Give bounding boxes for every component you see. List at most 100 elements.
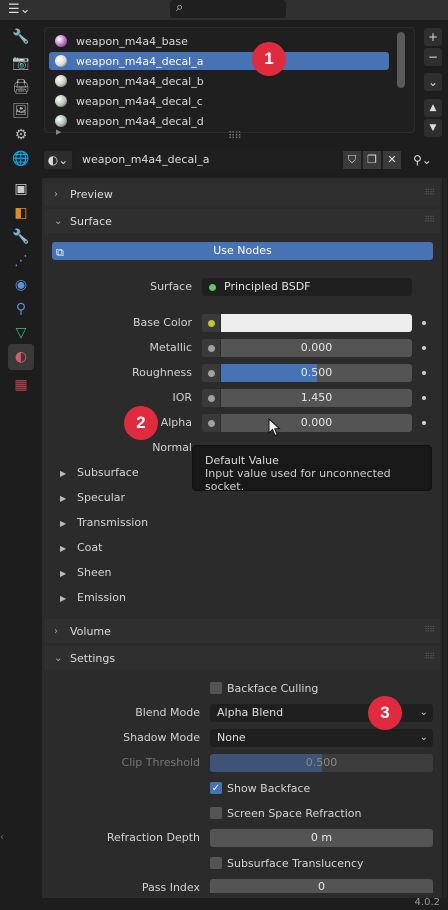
panel-grip-icon[interactable]: ⠿⠿ <box>424 625 435 634</box>
socket-link-button[interactable] <box>202 364 220 382</box>
world-icon[interactable]: 🌐 <box>8 146 34 172</box>
volume-panel-header[interactable]: › Volume ⠿⠿ <box>44 619 440 643</box>
show-backface-checkbox[interactable]: ✓ Show Backface <box>210 780 310 796</box>
material-slot-item[interactable]: weapon_m4a4_decal_c <box>49 92 389 110</box>
refraction-depth-field[interactable]: 0 m <box>210 829 433 847</box>
physics-icon[interactable]: ◉ <box>8 272 34 298</box>
use-nodes-button[interactable]: ⧉ Use Nodes <box>52 242 433 260</box>
browse-material-button[interactable]: ◐⌄ <box>44 151 72 169</box>
object-icon[interactable]: ◧ <box>8 200 34 226</box>
surface-shader-selector[interactable]: Principled BSDF <box>202 278 412 296</box>
chevron-left-icon[interactable]: ‹ <box>0 832 4 843</box>
collection-icon[interactable]: ▣ <box>8 176 34 202</box>
subpanel-title: Subsurface <box>77 466 139 479</box>
backface-culling-checkbox[interactable]: Backface Culling <box>210 680 318 696</box>
pass-index-field[interactable]: 0 <box>210 879 433 893</box>
property-slider[interactable]: 0.000 <box>221 339 412 357</box>
tool-icon[interactable]: 🔧 <box>8 24 34 50</box>
particles-icon[interactable]: ⋰ <box>8 248 34 274</box>
subpanel-header[interactable]: ▶ Specular <box>60 489 125 507</box>
subpanel-header[interactable]: ▶ Emission <box>60 589 126 607</box>
keyframe-dot-icon[interactable] <box>422 396 426 400</box>
checkbox-box[interactable]: ✓ <box>210 782 222 794</box>
material-name-field[interactable]: weapon_m4a4_decal_a <box>76 151 341 169</box>
socket-link-button[interactable] <box>202 339 220 357</box>
material-slot-item[interactable]: weapon_m4a4_base <box>49 32 389 50</box>
texture-icon[interactable]: ▦ <box>8 372 34 398</box>
material-slot-item[interactable]: weapon_m4a4_decal_a <box>49 52 389 70</box>
surface-panel-title: Surface <box>70 214 112 228</box>
material-slot-list[interactable]: weapon_m4a4_base weapon_m4a4_decal_aweapo… <box>44 27 415 133</box>
panel-grip-icon[interactable]: ⠿⠿ <box>424 215 435 224</box>
slot-list-resize-grip[interactable]: ⠿⠿ <box>228 131 242 142</box>
properties-scrollbar[interactable] <box>443 178 447 898</box>
checkbox-box[interactable] <box>210 857 222 869</box>
annotation-badge-3: 3 <box>368 696 402 730</box>
annotation-badge-2: 2 <box>124 406 158 440</box>
clip-threshold-label: Clip Threshold <box>121 756 200 769</box>
material-slot-label: weapon_m4a4_decal_c <box>76 94 203 108</box>
render-icon[interactable]: 📷 <box>8 50 34 76</box>
subsurface-translucency-checkbox[interactable]: Subsurface Translucency <box>210 855 364 871</box>
keyframe-dot-icon[interactable] <box>422 321 426 325</box>
pass-index-value: 0 <box>318 880 325 893</box>
panel-grip-icon[interactable]: ⠿⠿ <box>424 188 435 197</box>
tooltip: Default Value Input value used for uncon… <box>192 445 432 493</box>
subpanel-header[interactable]: ▶ Transmission <box>60 514 148 532</box>
unlink-material-icon[interactable]: ✕ <box>383 151 401 169</box>
socket-link-button[interactable] <box>202 389 220 407</box>
socket-link-button[interactable] <box>202 414 220 432</box>
subpanel-header[interactable]: ▶ Subsurface <box>60 464 139 482</box>
modifier-icon[interactable]: 🔧 <box>8 224 34 250</box>
surface-panel-header[interactable]: ⌄ Surface ⠿⠿ <box>44 209 440 233</box>
slot-specials-menu-button[interactable]: ⌄ <box>424 73 442 91</box>
keyframe-dot-icon[interactable] <box>422 371 426 375</box>
properties-search-field[interactable]: ⌕ <box>170 0 286 18</box>
clip-threshold-slider[interactable]: 0.500 <box>210 754 433 772</box>
keyframe-dot-icon[interactable] <box>422 421 426 425</box>
fake-user-shield-icon[interactable]: ⛉ <box>343 151 361 169</box>
material-slot-item[interactable]: weapon_m4a4_decal_d <box>49 112 389 130</box>
constraints-icon[interactable]: ⚲ <box>8 296 34 322</box>
property-value: 0.000 <box>300 416 333 429</box>
node-link-menu-icon[interactable]: ⚲⌄ <box>413 151 441 169</box>
subpanel-header[interactable]: ▶ Sheen <box>60 564 111 582</box>
output-icon[interactable]: 🖨 <box>8 74 34 100</box>
base-color-swatch[interactable] <box>221 314 412 332</box>
move-slot-down-button[interactable]: ▼ <box>424 119 442 137</box>
screen-space-refraction-checkbox[interactable]: Screen Space Refraction <box>210 805 362 821</box>
shadow-mode-dropdown[interactable]: None ⌄ <box>210 729 433 747</box>
property-slider[interactable]: 0.000 <box>221 414 412 432</box>
slot-list-scrollbar[interactable] <box>397 32 405 88</box>
material-slot-label: weapon_m4a4_base <box>76 34 188 48</box>
slot-list-expand-icon[interactable]: ▶ <box>56 128 61 136</box>
scene-icon[interactable]: ⚙ <box>8 122 34 148</box>
shadow-mode-value: None <box>217 731 246 744</box>
keyframe-dot-icon[interactable] <box>422 346 426 350</box>
remove-slot-button[interactable]: − <box>424 48 442 66</box>
data-icon[interactable]: ▽ <box>8 320 34 346</box>
show-backface-label: Show Backface <box>227 781 311 795</box>
panel-grip-icon[interactable]: ⠿⠿ <box>424 652 435 661</box>
settings-panel-header[interactable]: ⌄ Settings ⠿⠿ <box>44 646 440 670</box>
preview-panel-header[interactable]: › Preview ⠿⠿ <box>44 182 440 206</box>
checkbox-box[interactable] <box>210 682 222 694</box>
chevron-right-icon: ▶ <box>60 494 67 503</box>
property-slider[interactable]: 0.500 <box>221 364 412 382</box>
view-layer-icon[interactable]: 🖼 <box>8 98 34 124</box>
duplicate-material-icon[interactable]: ❐ <box>363 151 381 169</box>
subsurface-translucency-label: Subsurface Translucency <box>227 856 364 870</box>
subpanel-header[interactable]: ▶ Coat <box>60 539 102 557</box>
chevron-right-icon: ▶ <box>60 469 67 478</box>
socket-link-button[interactable] <box>202 314 220 332</box>
editor-type-selector[interactable]: ☰⌄ <box>4 1 46 19</box>
property-slider[interactable]: 1.450 <box>221 389 412 407</box>
screen-space-refraction-label: Screen Space Refraction <box>227 806 362 820</box>
blend-mode-label: Blend Mode <box>135 706 200 719</box>
move-slot-up-button[interactable]: ▲ <box>424 99 442 117</box>
chevron-right-icon: › <box>54 188 58 200</box>
material-slot-item[interactable]: weapon_m4a4_decal_b <box>49 72 389 90</box>
checkbox-box[interactable] <box>210 807 222 819</box>
material-icon[interactable]: ◐ <box>8 344 34 370</box>
add-slot-button[interactable]: + <box>424 28 442 46</box>
